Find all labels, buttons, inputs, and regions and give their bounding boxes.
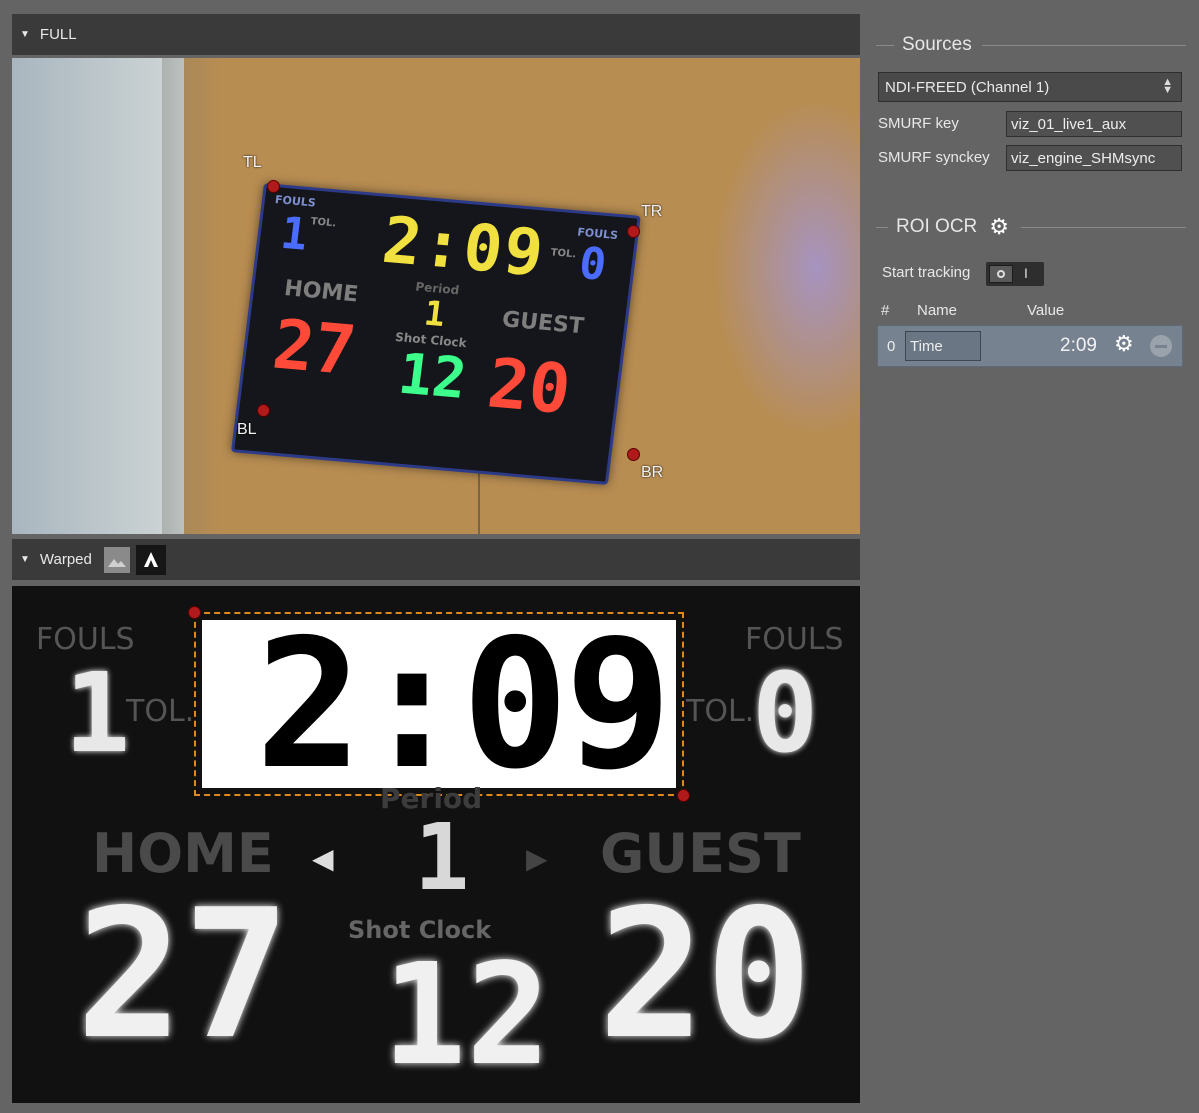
home-label: HOME bbox=[282, 276, 360, 308]
smurf-synckey-input[interactable] bbox=[1006, 145, 1182, 171]
start-tracking-toggle[interactable]: I bbox=[986, 262, 1044, 286]
roi-handle-tl[interactable] bbox=[188, 606, 201, 619]
warped-period-value: 1 bbox=[414, 804, 470, 911]
smurf-key-label: SMURF key bbox=[878, 115, 959, 132]
home-fouls-value: 1 bbox=[277, 207, 311, 261]
warped-tol-right: TOL. bbox=[686, 694, 755, 729]
corner-label-tr: TR bbox=[641, 203, 663, 220]
roi-handle-br[interactable] bbox=[677, 789, 690, 802]
remove-row-icon[interactable] bbox=[1150, 335, 1172, 357]
full-camera-view[interactable]: FOULS 1 TOL. 2:09 FOULS 0 TOL. HOME Peri… bbox=[12, 58, 860, 534]
full-panel-title: FULL bbox=[39, 26, 77, 43]
roi-row-name-input[interactable] bbox=[905, 331, 981, 361]
guest-score: 20 bbox=[483, 344, 575, 431]
warped-home-fouls: 1 bbox=[64, 649, 131, 777]
start-tracking-label: Start tracking bbox=[882, 264, 971, 281]
possession-right-arrow-icon: ▶ bbox=[526, 843, 548, 874]
row-gear-icon[interactable]: ⚙ bbox=[1114, 331, 1134, 357]
corner-handle-br[interactable] bbox=[627, 448, 640, 461]
warped-shot-clock-value: 12 bbox=[382, 934, 551, 1097]
gear-icon[interactable]: ⚙ bbox=[989, 214, 1009, 240]
properties-sidebar: Sources NDI-FREED (Channel 1) ▲ ▼ SMURF k… bbox=[870, 0, 1199, 1113]
warped-view[interactable]: FOULS 1 TOL. FOULS 0 TOL. 2:09 Period HO… bbox=[12, 586, 860, 1103]
warped-home-score: 27 bbox=[76, 871, 291, 1078]
corner-label-br: BR bbox=[641, 464, 664, 481]
corner-label-tl: TL bbox=[243, 154, 262, 171]
warped-tol-left: TOL. bbox=[126, 694, 195, 729]
column-name-header: Name bbox=[917, 302, 958, 319]
guest-label: GUEST bbox=[500, 307, 586, 340]
home-fouls-label: FOULS bbox=[274, 193, 317, 210]
collapse-triangle-icon[interactable]: ▼ bbox=[20, 29, 30, 40]
select-arrows-icon: ▲ ▼ bbox=[1162, 76, 1173, 96]
image-icon[interactable] bbox=[103, 546, 130, 573]
roi-crop-image: 2:09 bbox=[202, 620, 676, 788]
smurf-synckey-label: SMURF synckey bbox=[878, 149, 990, 166]
smurf-key-input[interactable] bbox=[1006, 111, 1182, 137]
roi-row-value: 2:09 bbox=[1060, 335, 1097, 356]
warped-panel-title: Warped bbox=[39, 551, 92, 568]
wall-left bbox=[12, 58, 184, 534]
toggle-on-glyph: I bbox=[1024, 265, 1028, 281]
period-value: 1 bbox=[421, 293, 448, 336]
wall-light bbox=[712, 98, 860, 438]
warped-panel-header[interactable]: ▼ Warped bbox=[12, 539, 860, 580]
scoreboard: FOULS 1 TOL. 2:09 FOULS 0 TOL. HOME Peri… bbox=[230, 183, 641, 485]
warped-guest-score: 20 bbox=[598, 871, 813, 1078]
game-time: 2:09 bbox=[378, 203, 549, 292]
roi-ocr-section-title: ROI OCR ⚙ bbox=[876, 214, 1186, 240]
toggle-off-glyph-icon bbox=[989, 265, 1013, 283]
possession-left-arrow-icon: ◀ bbox=[312, 843, 334, 874]
full-panel-header[interactable]: ▼ FULL bbox=[12, 14, 860, 55]
shot-clock-value: 12 bbox=[394, 341, 470, 413]
source-select-value: NDI-FREED (Channel 1) bbox=[885, 78, 1050, 96]
corner-handle-tr[interactable] bbox=[627, 225, 640, 238]
corner-handle-bl[interactable] bbox=[257, 404, 270, 417]
source-select[interactable]: NDI-FREED (Channel 1) ▲ ▼ bbox=[878, 72, 1182, 102]
warped-guest-fouls: 0 bbox=[752, 649, 819, 777]
guest-fouls-value: 0 bbox=[576, 237, 610, 291]
column-index-header: # bbox=[881, 302, 890, 319]
home-tol-label: TOL. bbox=[309, 216, 337, 230]
roi-crop-box[interactable]: 2:09 bbox=[194, 612, 684, 796]
corner-handle-tl[interactable] bbox=[267, 180, 280, 193]
home-score: 27 bbox=[268, 305, 360, 392]
roi-time-value: 2:09 bbox=[255, 620, 672, 788]
text-a-icon[interactable] bbox=[135, 544, 166, 575]
wall-shadow bbox=[162, 58, 222, 534]
collapse-triangle-icon[interactable]: ▼ bbox=[20, 554, 30, 565]
corner-label-bl: BL bbox=[237, 421, 257, 438]
guest-tol-label: TOL. bbox=[549, 247, 577, 261]
column-value-header: Value bbox=[1027, 302, 1065, 319]
roi-row-index: 0 bbox=[887, 338, 896, 355]
sources-section-title: Sources bbox=[876, 34, 1186, 56]
roi-row[interactable]: 0 2:09 ⚙ bbox=[877, 325, 1183, 367]
